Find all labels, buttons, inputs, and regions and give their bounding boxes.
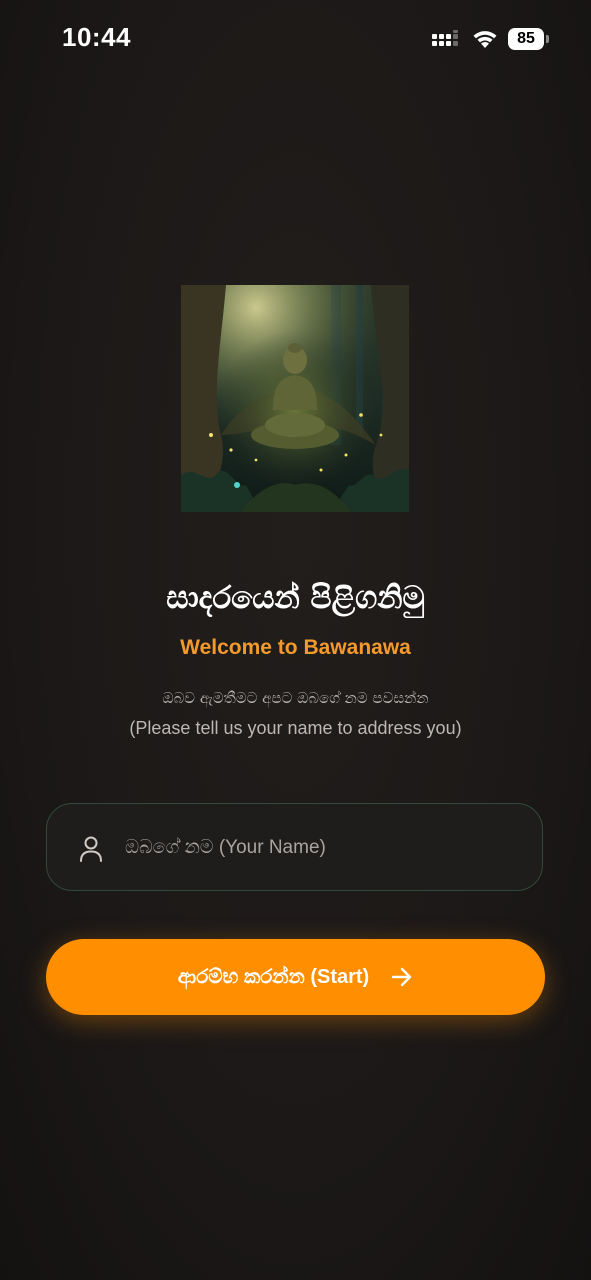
- status-time: 10:44: [62, 22, 131, 52]
- arrow-right-icon: [392, 967, 412, 987]
- welcome-title-english: Welcome to Bawanawa: [180, 636, 411, 659]
- signal-icon: [432, 30, 458, 46]
- name-prompt-english: (Please tell us your name to address you…: [129, 718, 462, 738]
- battery-icon: 85: [508, 28, 550, 50]
- wifi-icon: [473, 31, 497, 48]
- battery-level: 85: [508, 28, 544, 50]
- name-field[interactable]: [46, 803, 543, 892]
- meditating-buddha-forest-image: [181, 285, 409, 512]
- person-icon: [80, 836, 102, 862]
- name-prompt-sinhala: ඔබව ඇමතීමට අපට ඔබගේ නම පවසන්න: [162, 689, 429, 707]
- name-input[interactable]: [123, 804, 527, 892]
- battery-tip: [546, 35, 549, 43]
- welcome-screen: 10:44 85 සාදරයෙන් පිළිගනිමු Welcome to B…: [0, 0, 591, 1280]
- start-button[interactable]: ආරම්භ කරන්න (Start): [46, 939, 545, 1015]
- start-button-label: ආරම්භ කරන්න (Start): [177, 965, 370, 988]
- welcome-title-sinhala: සාදරයෙන් පිළිගනිමු: [166, 580, 425, 616]
- status-bar: 10:44 85: [0, 0, 591, 80]
